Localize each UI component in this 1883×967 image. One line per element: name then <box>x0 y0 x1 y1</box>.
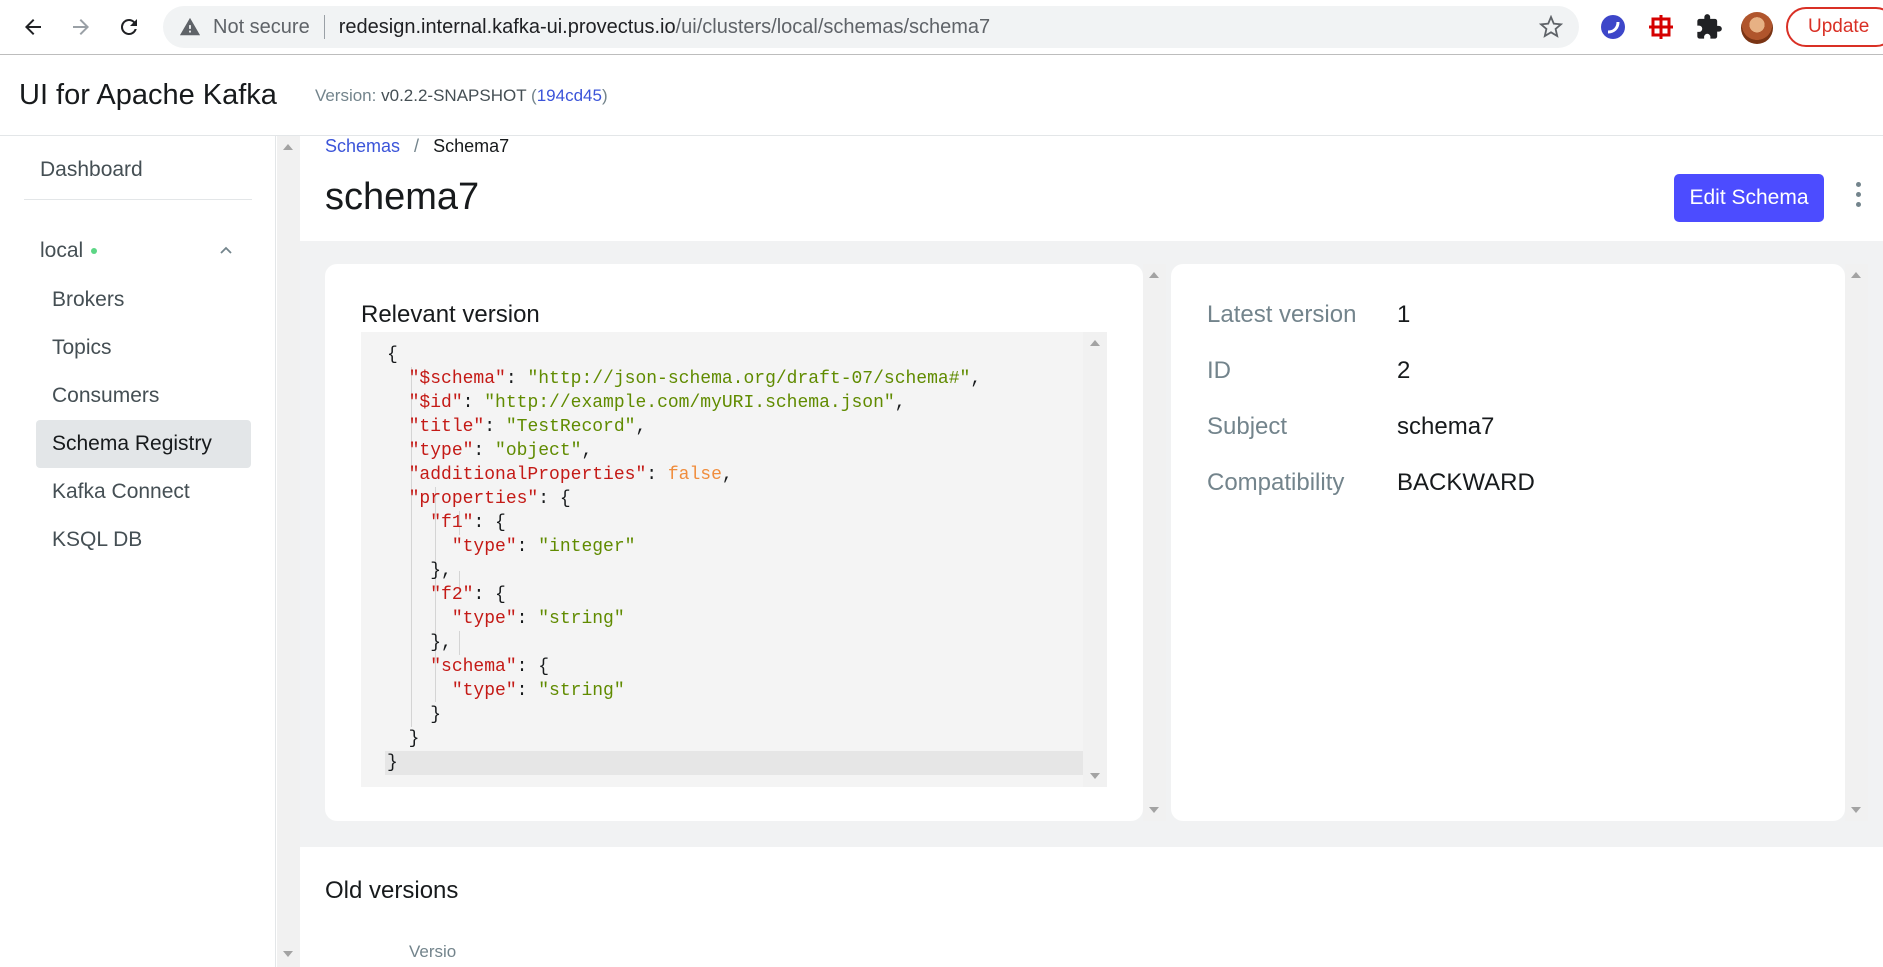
sidebar-divider <box>24 199 252 200</box>
url-path: /ui/clusters/local/schemas/schema7 <box>675 15 991 38</box>
reload-icon <box>120 18 137 35</box>
scroll-up-arrow-icon[interactable] <box>1851 272 1861 278</box>
version-info: Version: v0.2.2-SNAPSHOT (194cd45) <box>315 86 608 106</box>
page-header: Schemas / Schema7 schema7 Edit Schema <box>300 136 1883 241</box>
relevant-version-card: Relevant version { "$schema": "http://js… <box>325 264 1143 821</box>
detail-label: ID <box>1207 357 1231 384</box>
sidebar-item-kafka-connect[interactable]: Kafka Connect <box>36 468 251 516</box>
sidebar: Dashboard local Brokers Topics Consumers… <box>0 136 276 967</box>
more-options-icon[interactable] <box>1853 182 1863 212</box>
bookmark-star-icon[interactable] <box>1539 15 1563 39</box>
schema-details-card: Latest version 1 ID 2 Subject schema7 Co… <box>1171 264 1845 821</box>
breadcrumb-schemas-link[interactable]: Schemas <box>325 136 400 157</box>
detail-value: schema7 <box>1397 413 1495 440</box>
back-button[interactable] <box>9 3 57 51</box>
sidebar-item-label: Kafka Connect <box>52 480 190 503</box>
scroll-down-arrow-icon[interactable] <box>1090 773 1100 779</box>
app-title[interactable]: UI for Apache Kafka <box>19 79 277 112</box>
cluster-online-dot <box>91 248 98 254</box>
sidebar-item-label: Brokers <box>52 288 125 311</box>
sidebar-item-label: Consumers <box>52 384 160 407</box>
breadcrumb-separator: / <box>414 136 420 156</box>
reload-button[interactable] <box>105 3 153 51</box>
old-versions-title: Old versions <box>325 877 459 904</box>
version-number: v0.2.2-SNAPSHOT <box>381 85 527 105</box>
version-prefix: Version: <box>314 85 377 105</box>
detail-label: Latest version <box>1207 301 1357 328</box>
detail-value: 1 <box>1397 301 1411 328</box>
detail-label: Compatibility <box>1207 469 1345 496</box>
chevron-up-icon[interactable] <box>218 243 234 259</box>
back-arrow-icon <box>25 19 41 35</box>
commit-close-paren: ) <box>601 85 608 105</box>
sidebar-item-ksql-db[interactable]: KSQL DB <box>36 516 251 564</box>
extension-red-icon[interactable] <box>1647 13 1675 41</box>
browser-toolbar: Not secure redesign.internal.kafka-ui.pr… <box>0 0 1883 55</box>
sidebar-item-brokers[interactable]: Brokers <box>36 276 251 324</box>
column-header-version[interactable]: Versio <box>409 942 456 962</box>
profile-avatar[interactable] <box>1741 12 1773 44</box>
scroll-up-arrow-icon[interactable] <box>1149 272 1159 278</box>
extension-blue-icon[interactable] <box>1599 13 1627 41</box>
sidebar-item-topics[interactable]: Topics <box>36 324 251 372</box>
detail-label: Subject <box>1207 413 1288 440</box>
schema-json: { "$schema": "http://json-schema.org/dra… <box>387 345 982 773</box>
scroll-down-arrow-icon[interactable] <box>1149 807 1159 813</box>
sidebar-item-label: Dashboard <box>40 158 143 181</box>
relevant-version-title: Relevant version <box>361 301 540 328</box>
sidebar-item-schema-registry[interactable]: Schema Registry <box>36 420 251 468</box>
main-content: Schemas / Schema7 schema7 Edit Schema Re… <box>300 136 1883 967</box>
old-versions-section: Old versions Versio <box>300 847 1883 967</box>
scroll-up-arrow-icon[interactable] <box>283 144 293 150</box>
sidebar-item-label: local <box>40 239 84 262</box>
warning-icon <box>179 17 201 36</box>
forward-button[interactable] <box>57 3 105 51</box>
scroll-down-arrow-icon[interactable] <box>1851 807 1861 813</box>
scroll-down-arrow-icon[interactable] <box>283 951 293 957</box>
forward-arrow-icon <box>73 19 89 35</box>
detail-value: BACKWARD <box>1397 469 1535 496</box>
url-host: redesign.internal.kafka-ui.provectus.io <box>338 15 676 38</box>
code-scrollbar[interactable] <box>1083 332 1107 787</box>
sidebar-item-label: KSQL DB <box>52 528 143 551</box>
not-secure-label: Not secure <box>213 15 310 38</box>
sidebar-cluster-local[interactable]: local <box>24 227 252 275</box>
sidebar-item-consumers[interactable]: Consumers <box>36 372 251 420</box>
breadcrumb-current: Schema7 <box>433 136 510 156</box>
update-button[interactable]: Update <box>1786 7 1883 47</box>
commit-link[interactable]: 194cd45 <box>537 86 602 105</box>
sidebar-item-label: Topics <box>52 336 112 359</box>
app-header: UI for Apache Kafka Version: v0.2.2-SNAP… <box>0 56 1883 136</box>
page-title: schema7 <box>325 176 480 218</box>
address-separator <box>323 15 325 39</box>
details-scrollbar[interactable] <box>1845 264 1868 821</box>
edit-schema-button[interactable]: Edit Schema <box>1674 174 1824 222</box>
sidebar-item-dashboard[interactable]: Dashboard <box>24 146 252 194</box>
scroll-up-arrow-icon[interactable] <box>1090 340 1100 346</box>
extensions-puzzle-icon[interactable] <box>1695 13 1723 41</box>
address-bar[interactable]: Not secure redesign.internal.kafka-ui.pr… <box>163 6 1579 48</box>
sidebar-item-label: Schema Registry <box>52 432 212 455</box>
card-scrollbar[interactable] <box>1143 264 1166 821</box>
page-scrollbar[interactable] <box>277 136 300 967</box>
detail-value: 2 <box>1397 357 1411 384</box>
schema-code-viewer[interactable]: { "$schema": "http://json-schema.org/dra… <box>361 332 1107 787</box>
breadcrumb: Schemas / Schema7 <box>325 136 509 157</box>
